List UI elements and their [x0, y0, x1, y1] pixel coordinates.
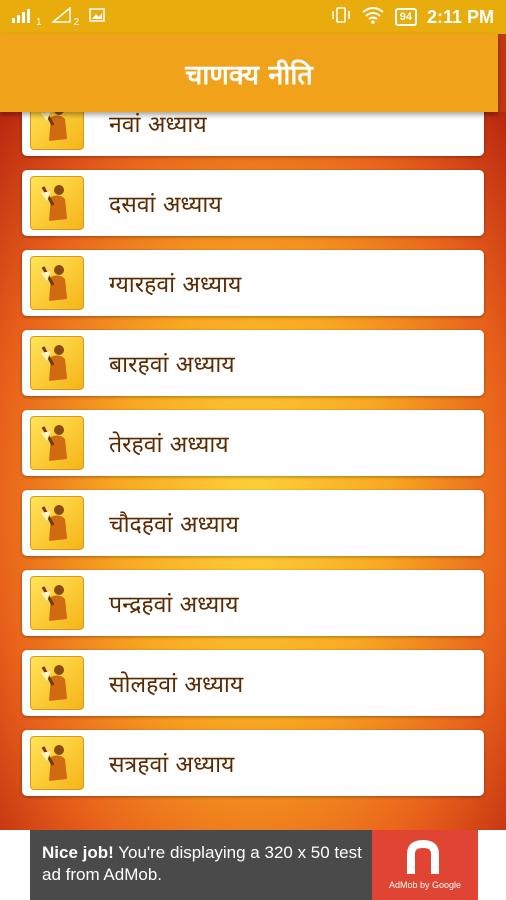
battery-icon: 94 [394, 8, 417, 26]
ad-banner[interactable]: Nice job! You're displaying a 320 x 50 t… [0, 830, 506, 900]
sim1-label: 1 [36, 16, 42, 28]
chapter-list-item[interactable]: सोलहवां अध्याय [22, 650, 484, 716]
chapter-label: सत्रहवां अध्याय [109, 752, 235, 778]
chapter-list-item[interactable]: नवां अध्याय [22, 112, 484, 156]
status-right: 94 2:11 PM [331, 6, 494, 29]
admob-logo-icon [407, 840, 439, 874]
ad-headline: Nice job! [42, 843, 114, 862]
app-bar: चाणक्य नीति [0, 34, 498, 112]
status-left: 1 2 [12, 5, 105, 28]
chanakya-thumbnail-icon [30, 656, 84, 710]
status-bar: 1 2 94 2:11 PM [0, 0, 506, 34]
chanakya-thumbnail-icon [30, 496, 84, 550]
chapter-label: दसवां अध्याय [109, 192, 222, 218]
chapter-label: चौदहवां अध्याय [109, 512, 239, 538]
ad-text: Nice job! You're displaying a 320 x 50 t… [42, 842, 372, 886]
chapter-list-item[interactable]: पन्द्रहवां अध्याय [22, 570, 484, 636]
chanakya-thumbnail-icon [30, 416, 84, 470]
ad-body[interactable]: Nice job! You're displaying a 320 x 50 t… [30, 830, 478, 900]
chapter-list-container[interactable]: नवां अध्याय दसवां अध्याय ग्यारहवां अध्याय ब… [0, 112, 506, 830]
no-signal-icon [50, 5, 72, 28]
chapter-label: ग्यारहवां अध्याय [109, 272, 242, 298]
vibrate-icon [331, 6, 351, 29]
sim2-label: 2 [73, 16, 80, 28]
chapter-label: बारहवां अध्याय [109, 352, 235, 378]
admob-logo[interactable]: AdMob by Google [372, 830, 478, 900]
chapter-label: पन्द्रहवां अध्याय [109, 592, 239, 618]
clock: 2:11 PM [426, 6, 494, 27]
chapter-list-item[interactable]: ग्यारहवां अध्याय [22, 250, 484, 316]
admob-caption: AdMob by Google [388, 880, 462, 890]
chapter-list-item[interactable]: चौदहवां अध्याय [22, 490, 484, 556]
chanakya-thumbnail-icon [30, 176, 84, 230]
chanakya-thumbnail-icon [30, 336, 84, 390]
chapter-label: तेरहवां अध्याय [109, 432, 229, 458]
app-title: चाणक्य नीति [185, 59, 313, 91]
image-notification-icon [89, 7, 105, 27]
chapter-label: सोलहवां अध्याय [109, 672, 244, 698]
chanakya-thumbnail-icon [30, 576, 84, 630]
chapter-list-item[interactable]: दसवां अध्याय [22, 170, 484, 236]
chanakya-thumbnail-icon [30, 256, 84, 310]
chapter-list-item[interactable]: सत्रहवां अध्याय [22, 730, 484, 796]
chapter-list-item[interactable]: तेरहवां अध्याय [22, 410, 484, 476]
signal-icon [12, 7, 34, 28]
chanakya-thumbnail-icon [30, 112, 84, 150]
chanakya-thumbnail-icon [30, 736, 84, 790]
chapter-label: नवां अध्याय [109, 112, 207, 138]
chapter-list-item[interactable]: बारहवां अध्याय [22, 330, 484, 396]
wifi-icon [361, 6, 385, 29]
